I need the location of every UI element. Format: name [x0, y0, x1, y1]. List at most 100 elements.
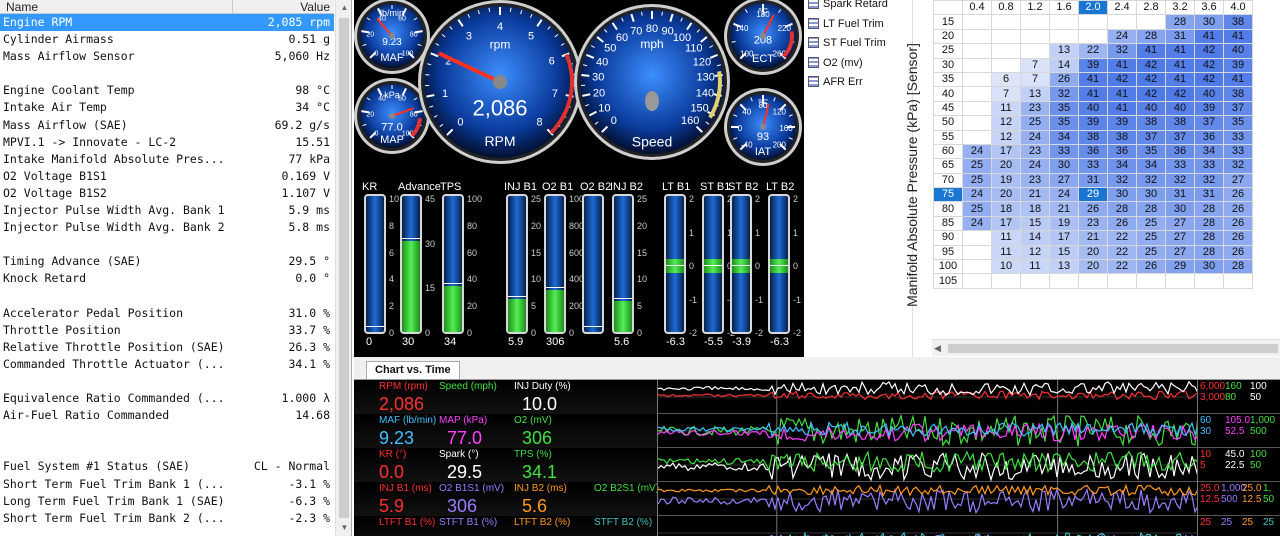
map-cell[interactable]: 36	[1078, 143, 1108, 160]
map-cell[interactable]: 41	[1078, 86, 1108, 102]
map-cell[interactable]: 20	[991, 187, 1021, 203]
map-cell[interactable]: 20	[1078, 244, 1108, 261]
map-cell[interactable]: 40	[1078, 100, 1108, 117]
pid-row[interactable]: Short Term Fuel Trim Bank 1 (... -3.1 %	[0, 476, 334, 493]
map-cell[interactable]: 39	[1194, 100, 1224, 117]
map-cell[interactable]: 17	[991, 143, 1021, 160]
map-cell[interactable]: 26	[1136, 259, 1166, 275]
map-cell[interactable]: 28	[1194, 201, 1224, 217]
map-cell[interactable]: 42	[1165, 86, 1195, 102]
map-cell[interactable]	[1049, 14, 1079, 30]
map-cell[interactable]: 12	[991, 115, 1021, 131]
map-cell[interactable]: 20	[1078, 259, 1108, 275]
map-cell[interactable]: 39	[1078, 115, 1108, 131]
map-cell[interactable]: 38	[1078, 129, 1108, 145]
pid-row[interactable]: Engine RPM 2,085 rpm	[0, 14, 334, 32]
map-cell[interactable]	[962, 43, 992, 59]
map-cell[interactable]: 31	[1078, 172, 1108, 189]
map-cell[interactable]	[1136, 14, 1166, 30]
map-cell[interactable]	[1078, 14, 1108, 30]
pid-row[interactable]	[0, 424, 334, 441]
map-cell[interactable]	[991, 57, 1021, 73]
map-cell[interactable]: 39	[1078, 57, 1108, 73]
map-cell[interactable]: 30	[1136, 187, 1166, 203]
scroll-thumb[interactable]	[339, 18, 349, 518]
map-cell[interactable]: 28	[1136, 201, 1166, 217]
map-cell[interactable]: 20	[991, 158, 1021, 174]
map-column-header[interactable]: 1.6	[1049, 0, 1079, 16]
map-cell[interactable]: 33	[1223, 143, 1253, 160]
map-cell[interactable]: 7	[1020, 71, 1050, 88]
pid-row[interactable]	[0, 441, 334, 458]
map-cell[interactable]: 25	[1020, 115, 1050, 131]
map-cell[interactable]: 41	[1107, 100, 1137, 117]
map-cell[interactable]: 30	[1194, 14, 1224, 30]
map-row-header[interactable]: 50	[933, 115, 963, 131]
pid-row[interactable]: Air-Fuel Ratio Commanded 14.68	[0, 407, 334, 424]
map-cell[interactable]: 42	[1136, 57, 1166, 73]
map-row-header[interactable]: 85	[933, 215, 963, 232]
map-cell[interactable]: 26	[1078, 201, 1108, 217]
map-cell[interactable]: 32	[1194, 172, 1224, 189]
map-cell[interactable]: 30	[1194, 259, 1224, 275]
map-cell[interactable]: 30	[1107, 187, 1137, 203]
map-cell[interactable]: 26	[1223, 230, 1253, 246]
pid-row[interactable]: O2 Voltage B1S2 1.107 V	[0, 185, 334, 202]
map-cell[interactable]: 36	[1194, 129, 1224, 145]
map-cell[interactable]: 13	[1049, 259, 1079, 275]
map-cell[interactable]: 38	[1223, 86, 1253, 102]
map-cell[interactable]: 36	[1107, 143, 1137, 160]
map-row-header[interactable]: 70	[933, 172, 963, 189]
map-cell[interactable]: 23	[1020, 100, 1050, 117]
lane-plot[interactable]	[657, 380, 1199, 414]
map-cell[interactable]	[962, 273, 992, 289]
map-cell[interactable]: 32	[1136, 172, 1166, 189]
map-row-header[interactable]: 20	[933, 28, 963, 45]
map-cell[interactable]: 28	[1136, 28, 1166, 45]
map-cell[interactable]: 31	[1194, 187, 1224, 203]
map-column-header[interactable]: 3.6	[1194, 0, 1224, 16]
map-cell[interactable]: 13	[1049, 43, 1079, 59]
map-cell[interactable]	[991, 28, 1021, 45]
map-cell[interactable]: 29	[1165, 259, 1195, 275]
pid-row[interactable]: Injector Pulse Width Avg. Bank 2 5.8 ms	[0, 219, 334, 236]
map-cell[interactable]	[991, 43, 1021, 59]
pid-row[interactable]	[0, 288, 334, 305]
map-cell[interactable]: 28	[1194, 230, 1224, 246]
map-cell[interactable]: 42	[1136, 86, 1166, 102]
map-cell[interactable]	[962, 57, 992, 73]
map-cell[interactable]: 42	[1107, 71, 1137, 88]
map-cell[interactable]: 26	[1223, 244, 1253, 261]
map-cell[interactable]: 22	[1078, 43, 1108, 59]
map-cell[interactable]	[1020, 14, 1050, 30]
map-cell[interactable]: 37	[1223, 100, 1253, 117]
map-cell[interactable]: 31	[1165, 187, 1195, 203]
map-cell[interactable]: 42	[1194, 57, 1224, 73]
map-row-header[interactable]: 100	[933, 259, 963, 275]
map-cell[interactable]: 11	[1020, 259, 1050, 275]
pid-row[interactable]: O2 Voltage B1S1 0.169 V	[0, 168, 334, 185]
tab-chart-vs-time[interactable]: Chart vs. Time	[366, 361, 460, 379]
map-cell[interactable]: 27	[1165, 230, 1195, 246]
map-column-header[interactable]: 2.8	[1136, 0, 1166, 16]
map-cell[interactable]: 23	[1020, 172, 1050, 189]
map-cell[interactable]: 26	[1223, 187, 1253, 203]
map-cell[interactable]: 41	[1165, 57, 1195, 73]
map-cell[interactable]: 33	[1223, 129, 1253, 145]
map-cell[interactable]: 34	[1049, 129, 1079, 145]
map-cell[interactable]: 28	[1223, 259, 1253, 275]
map-cell[interactable]: 38	[1107, 129, 1137, 145]
map-column-header[interactable]: 4.0	[1223, 0, 1253, 16]
map-cell[interactable]: 32	[1107, 172, 1137, 189]
map-cell[interactable]: 33	[1165, 158, 1195, 174]
map-cell[interactable]: 29	[1078, 187, 1108, 203]
pid-list-scrollbar[interactable]: ▲ ▼	[335, 0, 351, 536]
map-horizontal-scrollbar[interactable]: ◀	[932, 339, 1280, 356]
map-cell[interactable]: 15	[1020, 215, 1050, 232]
map-row-header[interactable]: 75	[933, 187, 963, 203]
pid-row[interactable]: Accelerator Pedal Position 31.0 %	[0, 305, 334, 322]
map-cell[interactable]: 37	[1136, 129, 1166, 145]
map-column-header[interactable]: 0.4	[962, 0, 992, 16]
map-cell[interactable]	[1049, 28, 1079, 45]
map-cell[interactable]: 23	[1078, 215, 1108, 232]
